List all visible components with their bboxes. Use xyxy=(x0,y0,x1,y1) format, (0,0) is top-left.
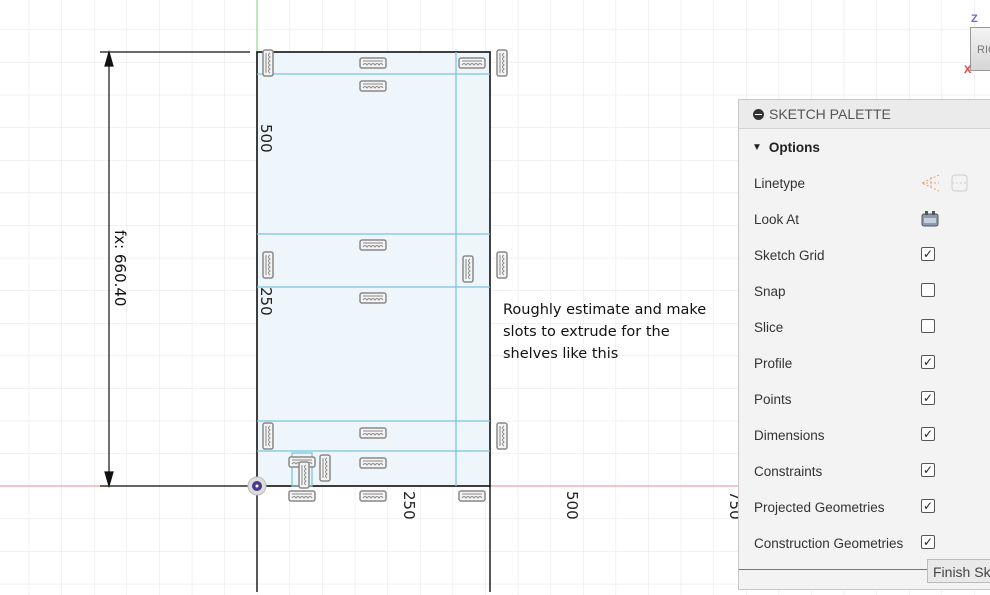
horizontal-constraint-icon[interactable] xyxy=(359,239,387,251)
palette-header[interactable]: SKETCH PALETTE xyxy=(739,100,990,129)
checkbox[interactable]: ✓ xyxy=(921,355,935,369)
option-row-profile: Profile ✓ xyxy=(739,345,990,381)
vertical-constraint-icon[interactable] xyxy=(262,422,274,450)
horizontal-constraint-icon[interactable] xyxy=(359,457,387,469)
linetype-icons[interactable] xyxy=(919,173,971,196)
option-label: Profile xyxy=(754,355,793,371)
viewcube-x-label: X xyxy=(964,64,972,76)
checkbox[interactable]: ✓ xyxy=(921,535,935,549)
vertical-constraint-icon[interactable] xyxy=(496,49,508,77)
vertical-constraint-icon[interactable] xyxy=(262,251,274,279)
dimension-label[interactable]: fx: 660.40 xyxy=(111,230,129,306)
centerline-linetype-icon[interactable] xyxy=(949,173,971,193)
option-label: Dimensions xyxy=(754,427,825,443)
horizontal-constraint-icon[interactable] xyxy=(359,427,387,439)
annotation-text: Roughly estimate and make slots to extru… xyxy=(503,302,707,362)
palette-title: SKETCH PALETTE xyxy=(769,106,891,122)
vertical-constraint-icon[interactable] xyxy=(462,255,474,283)
checkbox[interactable] xyxy=(921,319,935,333)
option-label: Constraints xyxy=(754,463,823,479)
horizontal-constraint-icon[interactable] xyxy=(359,57,387,69)
axis-label: 250 xyxy=(257,287,275,316)
vertical-constraint-icon[interactable] xyxy=(496,251,508,279)
option-label: Sketch Grid xyxy=(754,247,825,263)
axis-label: 500 xyxy=(563,491,581,520)
option-row-projected-geometries: Projected Geometries ✓ xyxy=(739,489,990,525)
vertical-constraint-icon[interactable] xyxy=(496,422,508,450)
checkbox[interactable]: ✓ xyxy=(921,499,935,513)
option-row-linetype: Linetype xyxy=(739,165,990,201)
checkbox[interactable]: ✓ xyxy=(921,247,935,261)
option-row-construction-geometries: Construction Geometries ✓ xyxy=(739,525,990,561)
option-label: Look At xyxy=(754,211,800,227)
finish-sketch-button[interactable]: Finish Sketch xyxy=(927,559,990,583)
horizontal-constraint-icon[interactable] xyxy=(458,490,486,502)
horizontal-constraint-icon[interactable] xyxy=(359,292,387,304)
options-label: Options xyxy=(768,139,820,155)
option-label: Slice xyxy=(754,319,784,335)
horizontal-constraint-icon[interactable] xyxy=(288,490,316,502)
construction-linetype-icon[interactable] xyxy=(919,173,941,193)
option-row-slice: Slice xyxy=(739,309,990,345)
vertical-constraint-icon[interactable] xyxy=(298,461,310,489)
origin-point[interactable] xyxy=(247,476,267,496)
collapse-icon[interactable] xyxy=(753,108,764,120)
viewcube[interactable]: RIGHT xyxy=(970,27,990,71)
option-row-sketch-grid: Sketch Grid ✓ xyxy=(739,237,990,273)
horizontal-constraint-icon[interactable] xyxy=(458,57,486,69)
option-row-snap: Snap xyxy=(739,273,990,309)
sketch-palette: SKETCH PALETTE ▼ Options Linetype Look At… xyxy=(738,99,990,590)
vertical-constraint-icon[interactable] xyxy=(262,49,274,77)
checkbox[interactable] xyxy=(921,283,935,297)
viewcube-z-label: Z xyxy=(971,13,978,25)
option-label: Linetype xyxy=(754,175,806,191)
option-row-constraints: Constraints ✓ xyxy=(739,453,990,489)
option-row-points: Points ✓ xyxy=(739,381,990,417)
option-label: Projected Geometries xyxy=(754,499,885,515)
triangle-down-icon: ▼ xyxy=(752,141,762,153)
horizontal-constraint-icon[interactable] xyxy=(359,490,387,502)
horizontal-constraint-icon[interactable] xyxy=(359,80,387,92)
axis-label: 250 xyxy=(400,491,418,520)
checkbox[interactable]: ✓ xyxy=(921,391,935,405)
option-label: Points xyxy=(754,391,792,407)
options-section-header[interactable]: ▼ Options xyxy=(739,129,990,165)
option-label: Snap xyxy=(754,283,786,299)
vertical-constraint-icon[interactable] xyxy=(319,454,331,482)
option-row-dimensions: Dimensions ✓ xyxy=(739,417,990,453)
viewcube-face: RIGHT xyxy=(977,44,990,56)
checkbox[interactable]: ✓ xyxy=(921,427,935,441)
option-label: Construction Geometries xyxy=(754,535,904,551)
option-row-look-at: Look At xyxy=(739,201,990,237)
look-at-icon[interactable] xyxy=(921,210,939,231)
axis-label: 500 xyxy=(257,124,275,153)
checkbox[interactable]: ✓ xyxy=(921,463,935,477)
options-list: Linetype Look At Sketch Grid ✓ Snap Slice Prof… xyxy=(739,165,990,570)
